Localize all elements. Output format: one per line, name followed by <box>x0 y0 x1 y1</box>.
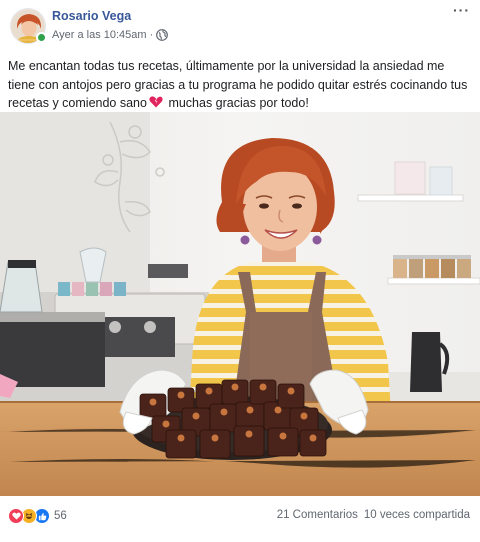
love-reaction-icon <box>8 508 24 524</box>
post-footer: 56 21 Comentarios 10 veces compartida <box>0 496 480 542</box>
comments-count-link[interactable]: 21 Comentarios <box>277 509 358 521</box>
post-photo[interactable] <box>0 112 480 496</box>
broken-heart-emoji <box>149 95 163 108</box>
more-options-icon[interactable]: ··· <box>453 2 470 18</box>
globe-icon[interactable] <box>156 29 169 41</box>
reaction-summary[interactable]: 56 <box>8 508 67 524</box>
online-status-dot <box>36 32 47 43</box>
post-text-ending: muchas gracias por todo! <box>164 96 309 110</box>
shares-count-link[interactable]: 10 veces compartida <box>364 509 470 521</box>
facebook-post: Rosario Vega Ayer a las 10:45am · ··· Me… <box>0 0 480 542</box>
post-text: Me encantan todas tus recetas, últimamen… <box>8 57 474 113</box>
post-timestamp[interactable]: Ayer a las 10:45am <box>52 29 147 41</box>
author-avatar[interactable] <box>10 8 47 44</box>
author-name[interactable]: Rosario Vega <box>52 9 131 23</box>
engagement-stats: 21 Comentarios 10 veces compartida <box>277 509 470 521</box>
post-meta: Ayer a las 10:45am · <box>52 29 169 41</box>
reaction-count: 56 <box>54 510 67 522</box>
meta-separator: · <box>149 29 154 41</box>
post-header: Rosario Vega Ayer a las 10:45am · ··· <box>8 2 472 48</box>
